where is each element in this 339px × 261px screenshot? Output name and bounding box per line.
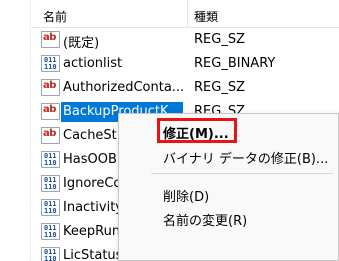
value-name: (既定) [63,36,100,50]
menu-item-delete[interactable]: 削除(D) [120,182,338,206]
value-type: REG_SZ [194,80,245,95]
value-type: REG_BINARY [194,56,276,71]
value-name: Inactivity [63,200,123,215]
registry-value-row[interactable]: 011 110 actionlist REG_BINARY [31,52,339,76]
column-header-type[interactable]: 種類 [194,8,218,25]
binary-value-icon: 011 110 [41,199,60,216]
column-header-name[interactable]: 名前 [43,8,67,25]
left-panel-edge [0,0,31,261]
string-value-icon: ab [41,103,60,120]
binary-value-icon: 011 110 [41,175,60,192]
highlight-annotation [157,118,237,143]
menu-item-rename[interactable]: 名前の変更(R) [120,206,338,230]
menu-divider [151,173,333,174]
menu-item-rename-label: 名前の変更(R) [163,214,248,229]
registry-value-row[interactable]: ab AuthorizedConta... REG_SZ [31,76,339,100]
binary-value-icon: 011 110 [41,247,60,261]
value-name: AuthorizedConta... [63,80,185,95]
list-header: 名前 種類 [31,0,339,28]
value-name: IgnoreCc [63,176,121,191]
binary-value-icon: 011 110 [41,223,60,240]
binary-value-icon: 011 110 [41,55,60,72]
context-menu: 修正(M)... バイナリ データの修正(B)... 削除(D) 名前の変更(R… [118,113,339,261]
column-separator[interactable] [187,0,188,28]
string-value-icon: ab [41,31,60,48]
menu-item-modify-binary-label: バイナリ データの修正(B)... [163,152,329,167]
registry-value-row[interactable]: ab (既定) REG_SZ [31,28,339,52]
string-value-icon: ab [41,127,60,144]
value-name: CacheSt [63,128,117,143]
menu-item-modify-binary[interactable]: バイナリ データの修正(B)... [120,144,338,168]
string-value-icon: ab [41,79,60,96]
menu-item-delete-label: 削除(D) [163,190,210,205]
value-name: HasOOB [63,152,117,167]
value-type: REG_SZ [194,32,245,47]
value-name: actionlist [63,56,123,71]
binary-value-icon: 011 110 [41,151,60,168]
